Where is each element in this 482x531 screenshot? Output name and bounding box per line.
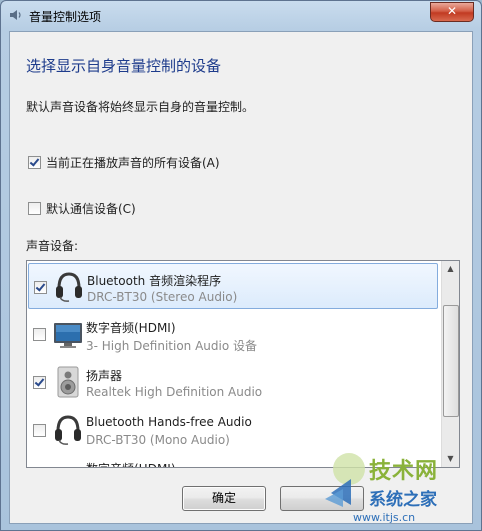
dialog-window: 音量控制选项 ✕ 选择显示自身音量控制的设备 默认声音设备将始终显示自身的音量控… (0, 0, 482, 531)
sound-devices-label: 声音设备: (26, 239, 79, 253)
device-name: Bluetooth 音频渲染程序 (87, 274, 222, 288)
list-item-hdmi-audio[interactable]: 数字音频(HDMI) 3- High Definition Audio 设备 (28, 311, 438, 357)
device-description: DRC-BT30 (Stereo Audio) (87, 290, 238, 304)
device-checkbox[interactable] (33, 424, 46, 437)
default-comm-device-label[interactable]: 默认通信设备(C) (46, 200, 136, 217)
list-item-speakers[interactable]: 扬声器 Realtek High Definition Audio (28, 359, 438, 405)
close-icon: ✕ (446, 4, 458, 18)
device-name: 数字音频(HDMI) (86, 460, 176, 467)
all-playing-devices-option[interactable]: 当前正在播放声音的所有设备(A) (28, 154, 220, 171)
speaker-icon (10, 10, 21, 20)
watermark-url: www.itjs.cn (353, 511, 416, 524)
watermark-line1: 技术网 (369, 459, 439, 484)
device-name: 扬声器 (86, 369, 123, 383)
device-description: DRC-BT30 (Mono Audio) (86, 433, 230, 447)
device-checkbox[interactable] (33, 328, 46, 341)
watermark-logo-icon (325, 453, 365, 507)
description-text: 默认声音设备将始终显示自身的音量控制。 (26, 100, 255, 114)
default-comm-device-option[interactable]: 默认通信设备(C) (28, 200, 136, 217)
all-playing-devices-label[interactable]: 当前正在播放声音的所有设备(A) (46, 154, 220, 171)
watermark-line2: 系统之家 (369, 490, 437, 510)
headset-icon (55, 415, 81, 445)
default-comm-device-checkbox[interactable] (28, 202, 41, 215)
scroll-up-icon[interactable]: ▲ (443, 261, 458, 277)
ok-button[interactable]: 确定 (182, 486, 266, 511)
list-item-bluetooth-stereo[interactable]: Bluetooth 音频渲染程序 DRC-BT30 (Stereo Audio) (28, 263, 438, 309)
close-button[interactable]: ✕ (430, 2, 474, 22)
all-playing-devices-checkbox[interactable] (28, 156, 41, 169)
list-item-bluetooth-handsfree[interactable]: Bluetooth Hands-free Audio DRC-BT30 (Mon… (28, 407, 438, 453)
device-description: Realtek High Definition Audio (86, 385, 263, 399)
device-checkbox[interactable] (33, 376, 46, 389)
device-checkbox[interactable] (34, 281, 47, 294)
headset-icon (56, 272, 82, 302)
device-name: 数字音频(HDMI) (86, 321, 176, 335)
device-description: 3- High Definition Audio 设备 (86, 339, 258, 353)
scroll-thumb[interactable] (443, 305, 459, 417)
page-title: 选择显示自身音量控制的设备 (26, 57, 222, 75)
watermark: 技术网 系统之家 www.itjs.cn (321, 449, 481, 530)
window-title: 音量控制选项 (29, 10, 102, 24)
monitor-icon (54, 323, 82, 348)
sound-devices-list[interactable]: Bluetooth 音频渲染程序 DRC-BT30 (Stereo Audio)… (26, 260, 460, 468)
device-name: Bluetooth Hands-free Audio (86, 415, 252, 429)
list-scrollbar[interactable]: ▲ ▼ (441, 261, 459, 467)
monitor-icon (52, 461, 84, 468)
title-bar[interactable]: 音量控制选项 ✕ (1, 1, 481, 31)
speaker-icon (57, 366, 79, 398)
